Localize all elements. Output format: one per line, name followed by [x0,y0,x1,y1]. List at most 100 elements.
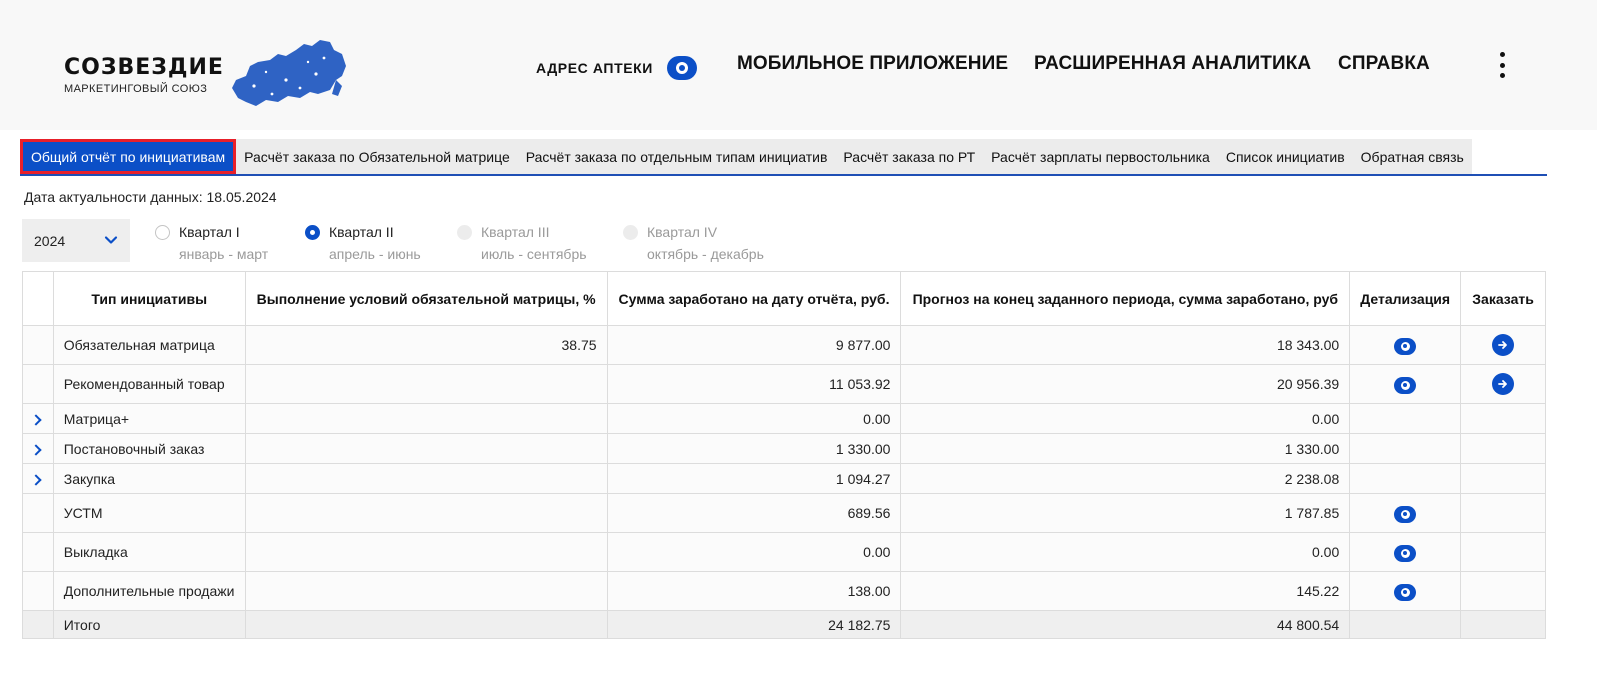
cell-expand [22,610,54,639]
cell-matrix [244,364,608,404]
header-earned: Сумма заработано на дату отчёта, руб. [606,271,902,326]
cell-forecast: 1 330.00 [900,433,1351,464]
cell-type: УСТМ [52,493,246,533]
pharmacy-address-label: АДРЕС АПТЕКИ [536,60,653,76]
quarter-4-months: октябрь - декабрь [647,246,764,262]
pharmacy-address[interactable]: АДРЕС АПТЕКИ [536,56,697,80]
tab-rt-order[interactable]: Расчёт заказа по РТ [835,139,984,174]
table-total-row: Итого 24 182.75 44 800.54 [22,610,1546,639]
tabs-underline [20,174,1547,176]
header-details: Детализация [1349,271,1462,326]
quarter-3-months: июль - сентябрь [481,246,587,262]
cell-order [1460,325,1546,365]
table-row: Дополнительные продажи 138.00 145.22 [22,571,1546,611]
header-order: Заказать [1460,271,1546,326]
quarter-3-label: Квартал III [481,224,550,240]
table-row: Постановочный заказ 1 330.00 1 330.00 [22,433,1546,464]
nav-help[interactable]: СПРАВКА [1338,53,1430,75]
cell-details [1349,463,1462,494]
table-header-row: Тип инициативы Выполнение условий обязат… [22,271,1546,326]
russia-map-logo-icon [232,40,346,106]
cell-details [1349,364,1462,404]
eye-icon[interactable] [1394,376,1417,394]
cell-forecast: 0.00 [900,532,1351,572]
cell-matrix [244,571,608,611]
cell-order [1460,532,1546,572]
quarter-4-radio [623,225,638,240]
table-row: Рекомендованный товар 11 053.92 20 956.39 [22,364,1546,404]
cell-matrix [244,532,608,572]
total-details [1349,610,1462,639]
cell-forecast: 1 787.85 [900,493,1351,533]
cell-expand [22,571,54,611]
cell-forecast: 18 343.00 [900,325,1351,365]
cell-earned: 11 053.92 [606,364,902,404]
cell-expand[interactable] [22,403,54,434]
tab-feedback[interactable]: Обратная связь [1352,139,1472,174]
cell-earned: 1 094.27 [606,463,902,494]
cell-type: Постановочный заказ [52,433,246,464]
arrow-right-circle-icon[interactable] [1492,334,1515,356]
arrow-right-circle-icon[interactable] [1492,373,1515,395]
quarter-2-label: Квартал II [329,224,394,240]
year-select-value: 2024 [34,232,66,249]
data-date: Дата актуальности данных: 18.05.2024 [24,189,277,205]
tab-general-report[interactable]: Общий отчёт по инициативам [20,139,237,174]
cell-earned: 138.00 [606,571,902,611]
logo[interactable]: СОЗВЕЗДИЕ МАРКЕТИНГОВЫЙ СОЮЗ [64,55,224,95]
cell-details [1349,433,1462,464]
cell-order [1460,433,1546,464]
quarter-2-radio[interactable] [305,225,320,240]
eye-icon[interactable] [1394,583,1417,601]
total-earned: 24 182.75 [606,610,902,639]
cell-forecast: 0.00 [900,403,1351,434]
chevron-right-icon[interactable] [30,413,43,426]
cell-type: Обязательная матрица [52,325,246,365]
cell-order [1460,493,1546,533]
total-matrix [244,610,608,639]
cell-details [1349,325,1462,365]
quarter-3-radio [457,225,472,240]
quarter-1-radio[interactable] [155,225,170,240]
cell-expand [22,532,54,572]
cell-order [1460,463,1546,494]
year-select[interactable]: 2024 [22,219,130,262]
chevron-right-icon[interactable] [30,443,43,456]
cell-details [1349,532,1462,572]
cell-type: Матрица+ [52,403,246,434]
cell-order [1460,364,1546,404]
nav-mobile-app[interactable]: МОБИЛЬНОЕ ПРИЛОЖЕНИЕ [737,53,1008,75]
cell-expand[interactable] [22,463,54,494]
cell-type: Выкладка [52,532,246,572]
cell-expand [22,364,54,404]
total-forecast: 44 800.54 [900,610,1351,639]
eye-icon[interactable] [1394,505,1417,523]
cell-matrix [244,493,608,533]
cell-expand[interactable] [22,433,54,464]
tab-initiative-types-order[interactable]: Расчёт заказа по отдельным типам инициат… [517,139,836,174]
eye-icon[interactable] [1394,337,1417,355]
table-row: Матрица+ 0.00 0.00 [22,403,1546,434]
tab-initiatives-list[interactable]: Список инициатив [1217,139,1353,174]
cell-details [1349,493,1462,533]
eye-icon[interactable] [666,56,697,80]
more-menu-icon[interactable] [1496,52,1508,78]
tab-bar: Общий отчёт по инициативам Расчёт заказа… [20,139,1472,175]
app-header: СОЗВЕЗДИЕ МАРКЕТИНГОВЫЙ СОЮЗ АДРЕС АПТЕК… [0,0,1597,130]
tab-salary[interactable]: Расчёт зарплаты первостольника [983,139,1218,174]
cell-matrix: 38.75 [244,325,608,365]
chevron-right-icon[interactable] [30,473,43,486]
cell-matrix [244,433,608,464]
quarter-1-months: январь - март [179,246,269,262]
logo-title: СОЗВЕЗДИЕ [64,55,224,80]
eye-icon[interactable] [1394,544,1417,562]
header-expand [22,271,54,326]
nav-advanced-analytics[interactable]: РАСШИРЕННАЯ АНАЛИТИКА [1034,53,1311,75]
cell-matrix [244,463,608,494]
header-forecast: Прогноз на конец заданного периода, сумм… [900,271,1351,326]
cell-type: Дополнительные продажи [52,571,246,611]
table-row: Закупка 1 094.27 2 238.08 [22,463,1546,494]
cell-forecast: 145.22 [900,571,1351,611]
header-type: Тип инициативы [52,271,246,326]
tab-mandatory-matrix-order[interactable]: Расчёт заказа по Обязательной матрице [236,139,518,174]
